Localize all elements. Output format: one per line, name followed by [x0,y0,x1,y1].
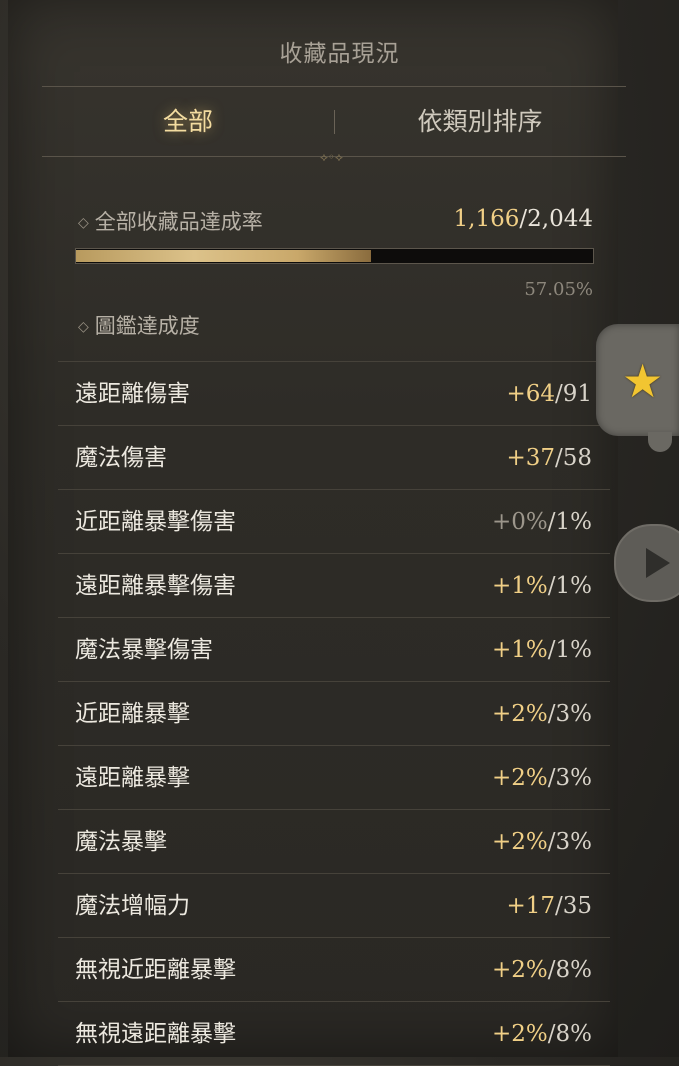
stat-name: 無視遠距離暴擊 [75,1021,236,1047]
stat-value: +1%/1% [492,554,592,618]
stat-max: /1% [547,509,592,535]
next-button[interactable] [614,524,679,602]
completion-current: 1,166 [453,206,520,232]
stat-value: +37/58 [506,426,592,490]
stat-name: 遠距離傷害 [75,381,190,407]
stat-current: +2% [491,765,548,791]
stat-row: 魔法增幅力 +17/35 [58,874,610,938]
stat-name: 近距離暴擊傷害 [75,509,236,535]
stat-max: /91 [554,381,592,407]
divider [42,86,626,87]
completion-progress-fill [76,250,371,262]
diamond-icon: ◇ [78,215,89,231]
stat-max: /58 [554,445,592,471]
stat-current: +2% [491,1021,548,1047]
completion-value: 1,166/2,044 [454,206,593,232]
stat-value: +2%/3% [492,810,592,874]
stat-list: 遠距離傷害 +64/91 魔法傷害 +37/58 近距離暴擊傷害 +0%/1% 遠距離… [58,361,610,1066]
favorites-side-tab[interactable]: ★ [596,324,679,452]
stat-name: 魔法暴擊傷害 [75,637,213,663]
stat-max: /35 [554,893,592,919]
ornament-icon: ⟡◦⟡ [320,150,343,164]
tab-bar: 全部 依類別排序 [42,88,626,156]
stat-name: 魔法增幅力 [75,893,190,919]
stat-max: /1% [547,573,592,599]
stat-name: 近距離暴擊 [75,701,190,727]
stat-value: +2%/8% [492,1002,592,1066]
stat-name: 無視近距離暴擊 [75,957,236,983]
play-icon [646,548,670,578]
stat-current: +0% [491,509,548,535]
completion-label: ◇ 全部收藏品達成率 [78,206,263,236]
stat-current: +2% [491,701,548,727]
stat-row: 魔法傷害 +37/58 [58,426,610,490]
codex-label-text: 圖鑑達成度 [94,314,200,338]
stat-max: /1% [547,637,592,663]
stat-current: +64 [506,381,555,407]
diamond-icon: ◇ [78,319,89,335]
stat-current: +1% [491,573,548,599]
star-icon: ★ [622,354,664,408]
stat-max: /3% [547,765,592,791]
stat-name: 魔法暴擊 [75,829,167,855]
stat-max: /3% [547,829,592,855]
stat-max: /8% [547,957,592,983]
completion-percent: 57.05% [524,279,593,300]
stat-row: 無視近距離暴擊 +2%/8% [58,938,610,1002]
stat-name: 遠距離暴擊 [75,765,190,791]
page-title: 收藏品現況 [279,41,400,67]
stat-row: 無視遠距離暴擊 +2%/8% [58,1002,610,1066]
stat-value: +17/35 [506,874,592,938]
stat-max: /8% [547,1021,592,1047]
stat-value: +64/91 [506,362,592,426]
stat-row: 近距離暴擊傷害 +0%/1% [58,490,610,554]
stat-current: +1% [491,637,548,663]
stat-row: 近距離暴擊 +2%/3% [58,682,610,746]
stat-max: /3% [547,701,592,727]
stat-row: 魔法暴擊 +2%/3% [58,810,610,874]
stat-row: 魔法暴擊傷害 +1%/1% [58,618,610,682]
side-tab-notch [648,432,672,452]
stat-row: 遠距離暴擊 +2%/3% [58,746,610,810]
stat-row: 遠距離傷害 +64/91 [58,361,610,426]
stat-value: +0%/1% [492,490,592,554]
completion-total: /2,044 [519,206,593,232]
tab-all[interactable]: 全部 [42,88,334,156]
tab-by-category[interactable]: 依類別排序 [334,88,626,156]
stat-value: +2%/8% [492,938,592,1002]
stat-current: +17 [506,893,555,919]
stat-name: 魔法傷害 [75,445,167,471]
stat-current: +37 [506,445,555,471]
stat-row: 遠距離暴擊傷害 +1%/1% [58,554,610,618]
stat-current: +2% [491,957,548,983]
stat-name: 遠距離暴擊傷害 [75,573,236,599]
codex-label: ◇ 圖鑑達成度 [78,310,200,340]
stat-value: +2%/3% [492,746,592,810]
stat-value: +2%/3% [492,682,592,746]
completion-progress-bar [75,248,594,264]
stat-current: +2% [491,829,548,855]
completion-label-text: 全部收藏品達成率 [94,210,263,234]
stat-value: +1%/1% [492,618,592,682]
